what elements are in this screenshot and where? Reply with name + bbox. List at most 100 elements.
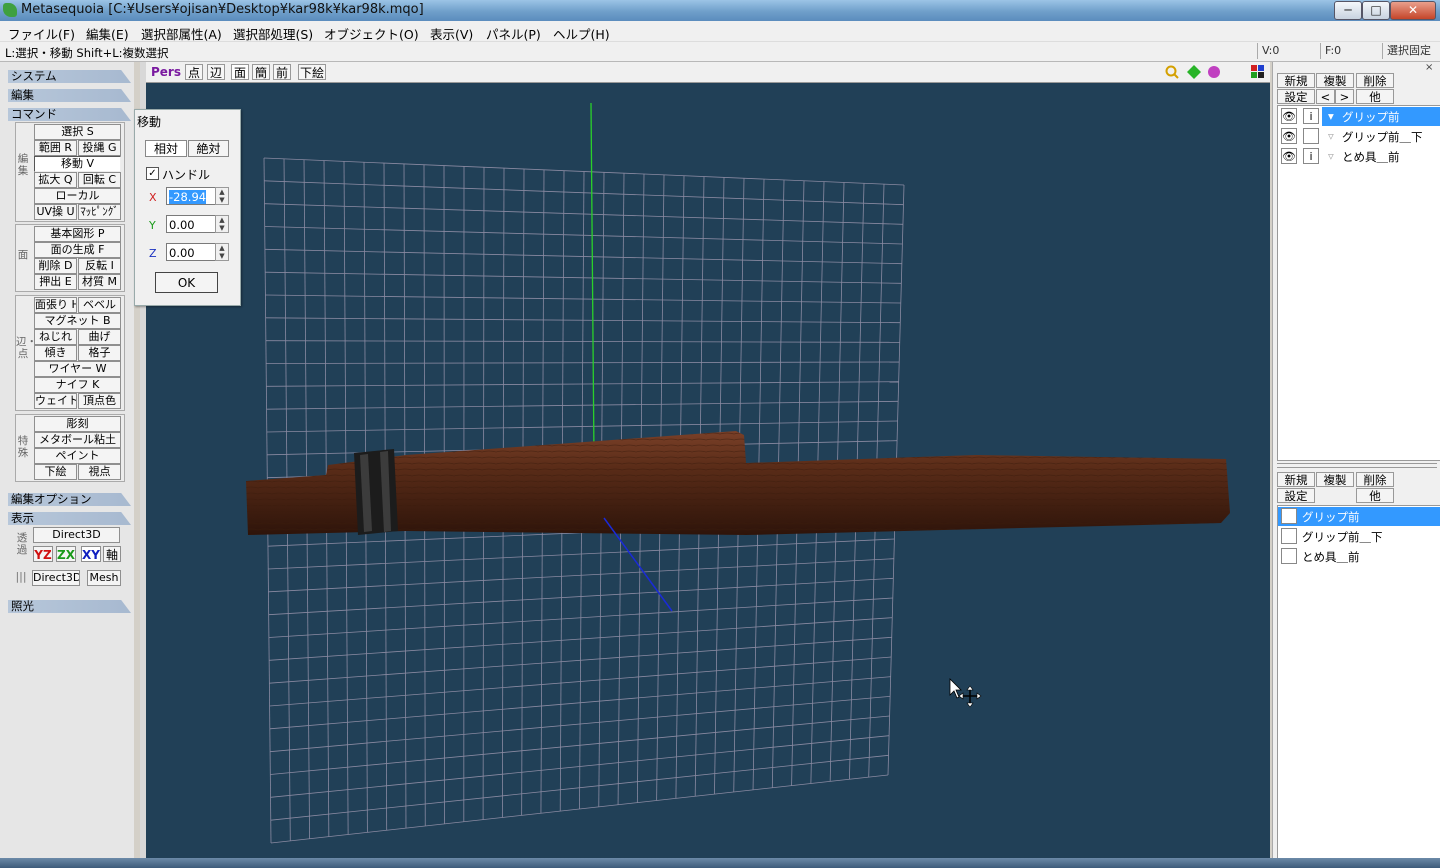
y-value-field[interactable]: 0.00	[166, 215, 216, 233]
bend-tool-button[interactable]: 曲げ	[78, 329, 121, 345]
y-spinner[interactable]: ▲ ▼	[215, 215, 229, 233]
material-row[interactable]: グリップ前＿下	[1278, 527, 1440, 546]
material-swatch[interactable]	[1281, 508, 1297, 524]
material-settings-button[interactable]: 設定	[1277, 488, 1315, 503]
menu-selection-process[interactable]: 選択部処理(S)	[233, 24, 313, 43]
create-face-tool-button[interactable]: 面の生成 F	[34, 242, 121, 258]
material-swatch[interactable]	[1281, 548, 1297, 564]
underlay-tool-button[interactable]: 下絵	[34, 464, 77, 480]
mapping-tool-button[interactable]: ﾏｯﾋﾟﾝｸﾞ	[78, 204, 121, 220]
lattice-tool-button[interactable]: 格子	[78, 345, 121, 361]
extrude-tool-button[interactable]: 押出 E	[34, 274, 77, 290]
mesh-button[interactable]: Mesh	[87, 570, 121, 586]
object-row[interactable]: 👁 ▿ グリップ前＿下	[1278, 127, 1440, 146]
direct3d-button[interactable]: Direct3D	[33, 527, 120, 543]
vertex-color-tool-button[interactable]: 頂点色	[78, 393, 121, 409]
material-row[interactable]: グリップ前	[1278, 507, 1440, 526]
material-tool-button[interactable]: 材質 M	[78, 274, 121, 290]
absolute-mode-button[interactable]: 絶対	[188, 140, 229, 157]
maximize-button[interactable]: □	[1362, 1, 1390, 20]
section-light[interactable]: 照光	[8, 600, 131, 613]
wire-tool-button[interactable]: ワイヤー W	[34, 361, 121, 377]
zx-view-button[interactable]: ZX	[56, 546, 76, 562]
lock-icon[interactable]: ⅰ	[1303, 148, 1319, 164]
rotate-view-icon[interactable]	[1208, 66, 1220, 78]
object-settings-button[interactable]: 設定	[1277, 89, 1315, 104]
material-delete-button[interactable]: 削除	[1356, 472, 1394, 487]
zoom-icon[interactable]	[1165, 65, 1179, 79]
rotate-tool-button[interactable]: 回転 C	[78, 172, 121, 188]
bevel-tool-button[interactable]: ベベル	[78, 297, 121, 313]
scale-tool-button[interactable]: 拡大 Q	[34, 172, 77, 188]
object-prev-button[interactable]: <	[1316, 89, 1335, 104]
color-palette-icon[interactable]	[1251, 65, 1264, 78]
pan-icon[interactable]	[1187, 65, 1201, 79]
twist-tool-button[interactable]: ねじれ	[34, 329, 77, 345]
menu-panel[interactable]: パネル(P)	[486, 24, 541, 43]
perspective-toggle[interactable]: Pers	[151, 64, 181, 80]
flip-tool-button[interactable]: 反転 I	[78, 258, 121, 274]
object-next-button[interactable]: >	[1335, 89, 1354, 104]
material-row[interactable]: とめ具＿前	[1278, 547, 1440, 566]
object-delete-button[interactable]: 削除	[1356, 73, 1394, 88]
paint-tool-button[interactable]: ペイント	[34, 448, 121, 464]
local-tool-button[interactable]: ローカル	[34, 188, 121, 204]
delete-tool-button[interactable]: 削除 D	[34, 258, 77, 274]
weight-tool-button[interactable]: ウェイト	[34, 393, 77, 409]
close-button[interactable]: ✕	[1390, 1, 1436, 20]
yz-view-button[interactable]: YZ	[33, 546, 53, 562]
direct3d-button-2[interactable]: Direct3D	[32, 570, 80, 586]
handle-checkbox[interactable]: ✓	[146, 167, 159, 180]
lasso-tool-button[interactable]: 投縄 G	[78, 140, 121, 156]
menu-object[interactable]: オブジェクト(O)	[324, 24, 419, 43]
material-copy-button[interactable]: 複製	[1316, 472, 1354, 487]
visibility-eye-icon[interactable]: 👁	[1281, 108, 1297, 124]
z-value-field[interactable]: 0.00	[166, 243, 216, 261]
relative-mode-button[interactable]: 相対	[145, 140, 187, 157]
menu-selection-attribute[interactable]: 選択部属性(A)	[141, 24, 222, 43]
section-system[interactable]: システム	[8, 70, 131, 83]
3d-viewport[interactable]	[146, 83, 1270, 858]
show-points-button[interactable]: 点	[185, 64, 203, 80]
x-spinner[interactable]: ▲ ▼	[215, 187, 229, 205]
show-faces-button[interactable]: 面	[231, 64, 249, 80]
show-edges-button[interactable]: 辺	[207, 64, 225, 80]
uv-tool-button[interactable]: UV操 U	[34, 204, 77, 220]
panel-splitter[interactable]	[1277, 463, 1437, 468]
object-other-button[interactable]: 他	[1356, 89, 1394, 104]
section-display[interactable]: 表示	[8, 512, 131, 525]
visibility-eye-icon[interactable]: 👁	[1281, 128, 1297, 144]
lock-icon[interactable]	[1303, 128, 1319, 144]
magnet-tool-button[interactable]: マグネット B	[34, 313, 121, 329]
move-tool-button[interactable]: 移動 V	[34, 156, 121, 172]
object-new-button[interactable]: 新規	[1277, 73, 1315, 88]
visibility-eye-icon[interactable]: 👁	[1281, 148, 1297, 164]
primitive-tool-button[interactable]: 基本図形 P	[34, 226, 121, 242]
section-edit[interactable]: 編集	[8, 89, 131, 102]
xy-view-button[interactable]: XY	[81, 546, 101, 562]
menu-edit[interactable]: 編集(E)	[86, 24, 129, 43]
object-row[interactable]: 👁 ⅰ ▾ グリップ前	[1278, 107, 1440, 126]
z-spinner[interactable]: ▲ ▼	[215, 243, 229, 261]
ok-button[interactable]: OK	[155, 272, 218, 293]
axis-toggle-button[interactable]: 軸	[103, 546, 121, 562]
section-command[interactable]: コマンド	[8, 108, 131, 121]
viewpoint-tool-button[interactable]: 視点	[78, 464, 121, 480]
range-tool-button[interactable]: 範囲 R	[34, 140, 77, 156]
object-row[interactable]: 👁 ⅰ ▿ とめ具＿前	[1278, 147, 1440, 166]
lock-icon[interactable]: ⅰ	[1303, 108, 1319, 124]
selection-lock[interactable]: 選択固定	[1382, 43, 1440, 59]
material-new-button[interactable]: 新規	[1277, 472, 1315, 487]
stretch-tool-button[interactable]: 面張り H	[34, 297, 77, 313]
menu-help[interactable]: ヘルプ(H)	[553, 24, 610, 43]
metaball-tool-button[interactable]: メタボール粘土	[34, 432, 121, 448]
tilt-tool-button[interactable]: 傾き	[34, 345, 77, 361]
menu-file[interactable]: ファイル(F)	[8, 24, 75, 43]
knife-tool-button[interactable]: ナイフ K	[34, 377, 121, 393]
underlay-toggle-button[interactable]: 下絵	[298, 64, 326, 80]
select-tool-button[interactable]: 選択 S	[34, 124, 121, 140]
menu-view[interactable]: 表示(V)	[430, 24, 473, 43]
material-other-button[interactable]: 他	[1356, 488, 1394, 503]
gun-grip-model[interactable]	[246, 431, 1230, 535]
material-swatch[interactable]	[1281, 528, 1297, 544]
